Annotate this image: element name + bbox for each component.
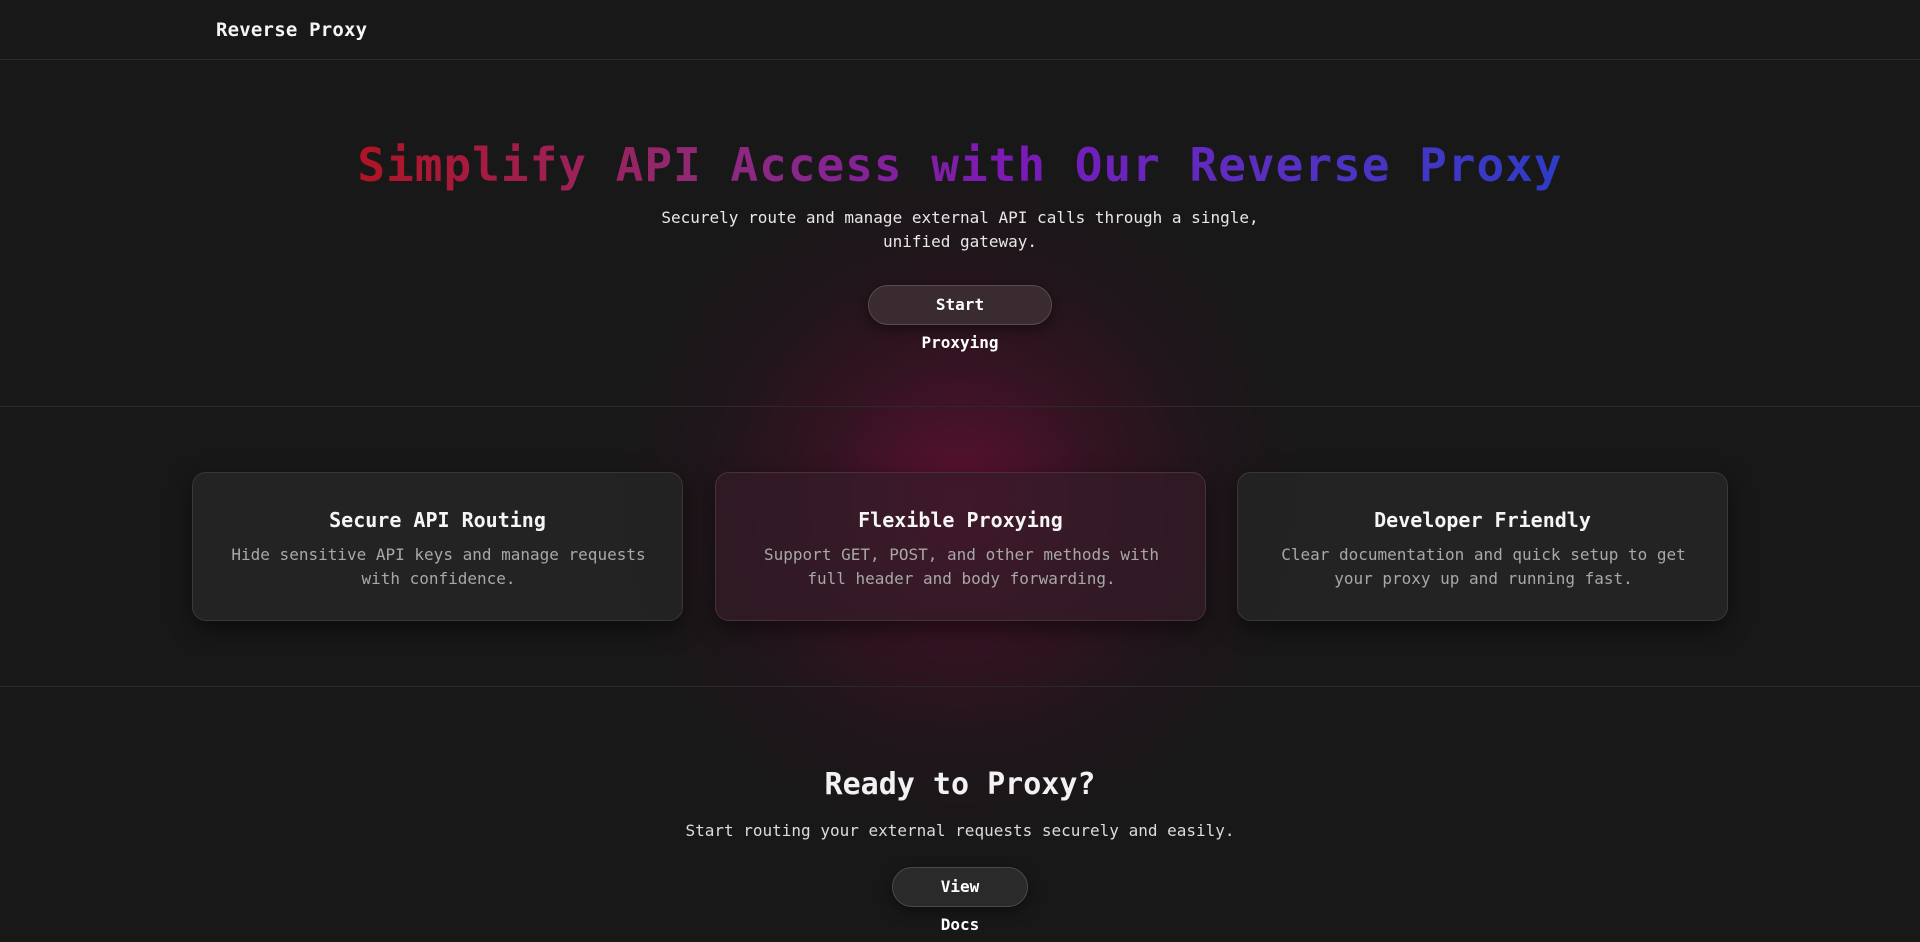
feature-card-title: Developer Friendly: [1374, 508, 1591, 532]
hero-subtitle: Securely route and manage external API c…: [661, 208, 1259, 251]
cta-title: Ready to Proxy?: [824, 767, 1096, 802]
cta-section: Ready to Proxy? Start routing your exter…: [0, 687, 1920, 942]
landing-page: Reverse Proxy Simplify API Access with O…: [0, 0, 1920, 942]
features-section: Secure API Routing Hide sensitive API ke…: [0, 407, 1920, 687]
feature-card-description: Hide sensitive API keys and manage reque…: [231, 545, 646, 588]
hero-section: Simplify API Access with Our Reverse Pro…: [0, 60, 1920, 407]
feature-card-title: Secure API Routing: [329, 508, 546, 532]
hero-title-text: Simplify API Access with Our Reverse Pro…: [357, 138, 1563, 192]
brand-logo-text[interactable]: Reverse Proxy: [216, 19, 367, 41]
feature-card-flexible-proxying: Flexible Proxying Support GET, POST, and…: [715, 472, 1206, 621]
feature-card-description: Support GET, POST, and other methods wit…: [764, 545, 1159, 588]
feature-card-description: Clear documentation and quick setup to g…: [1281, 545, 1686, 588]
feature-card-secure-routing: Secure API Routing Hide sensitive API ke…: [192, 472, 683, 621]
view-docs-button[interactable]: View Docs: [892, 867, 1028, 934]
start-proxying-button[interactable]: Start Proxying: [868, 285, 1052, 352]
top-nav: Reverse Proxy: [0, 0, 1920, 60]
feature-card-developer-friendly: Developer Friendly Clear documentation a…: [1237, 472, 1728, 621]
hero-title: Simplify API Access with Our Reverse Pro…: [0, 138, 1920, 192]
cta-subtitle: Start routing your external requests sec…: [685, 821, 1235, 840]
feature-card-title: Flexible Proxying: [858, 508, 1063, 532]
